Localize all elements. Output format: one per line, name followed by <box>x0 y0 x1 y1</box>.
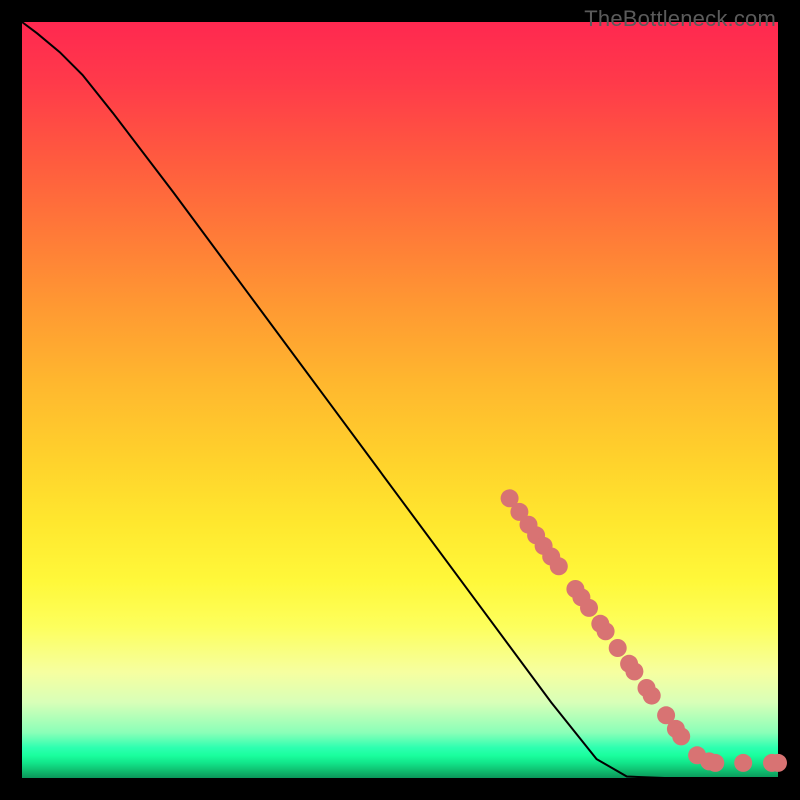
data-marker <box>580 599 598 617</box>
data-marker <box>769 754 787 772</box>
data-marker <box>625 662 643 680</box>
chart-container: TheBottleneck.com <box>0 0 800 800</box>
data-marker <box>672 727 690 745</box>
data-marker <box>706 754 724 772</box>
curve-line <box>22 22 778 778</box>
data-marker <box>597 622 615 640</box>
data-marker <box>734 754 752 772</box>
chart-overlay <box>0 0 800 800</box>
data-marker <box>609 639 627 657</box>
data-marker <box>550 557 568 575</box>
data-marker <box>643 687 661 705</box>
